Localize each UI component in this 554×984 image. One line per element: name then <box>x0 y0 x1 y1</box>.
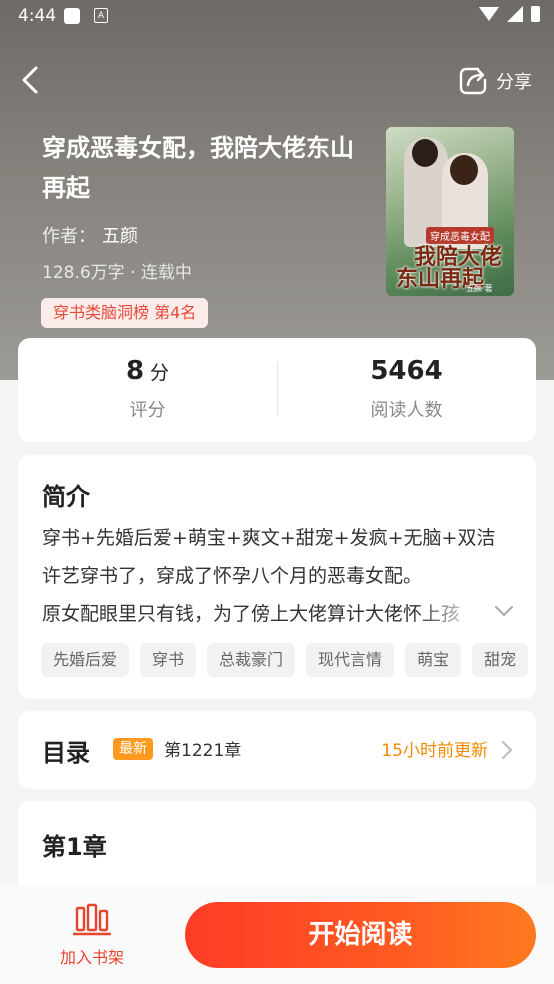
tag-item[interactable]: 甜宠 <box>472 643 529 677</box>
latest-badge: 最新 <box>113 738 153 760</box>
intro-line: 原女配眼里只有钱，为了傍上大佬算计大佬怀上孩 <box>42 603 461 625</box>
stats-card: 8分 评分 5464 阅读人数 <box>18 338 536 442</box>
status-indicators <box>479 6 540 22</box>
readers-stat: 5464 阅读人数 <box>277 338 536 442</box>
share-icon <box>459 67 487 95</box>
intro-card[interactable]: 简介 穿书+先婚后爱+萌宝+爽文+甜宠+发疯+无脑+双洁 许艺穿书了，穿成了怀孕… <box>18 455 536 699</box>
book-cover[interactable]: 穿成恶毒女配 我陪大佬 东山再起 五颜 著 <box>386 127 514 296</box>
book-author[interactable]: 作者： 五颜 <box>42 222 138 248</box>
status-time: 4:44 <box>18 6 57 26</box>
tag-item[interactable]: 萌宝 <box>405 643 462 677</box>
add-to-shelf-button[interactable]: 加入书架 <box>40 903 144 973</box>
tag-item[interactable]: 现代言情 <box>306 643 395 677</box>
signal-icon <box>507 6 523 22</box>
score-stat[interactable]: 8分 评分 <box>18 338 277 442</box>
chevron-left-icon <box>22 66 38 94</box>
chevron-right-icon <box>502 741 512 759</box>
bottom-bar: 加入书架 开始阅读 <box>0 885 554 984</box>
book-meta: 128.6万字 · 连载中 <box>42 263 192 283</box>
start-reading-button[interactable]: 开始阅读 <box>185 902 536 968</box>
readers-value: 5464 <box>370 356 443 386</box>
app-notification-icon <box>64 8 80 24</box>
tag-item[interactable]: 穿书 <box>140 643 197 677</box>
a-icon: A <box>94 8 108 23</box>
share-label: 分享 <box>496 72 532 93</box>
rank-badge[interactable]: 穿书类脑洞榜 第4名 <box>41 298 209 328</box>
cover-head-woman <box>450 155 478 185</box>
intro-text: 穿书+先婚后爱+萌宝+爽文+甜宠+发疯+无脑+双洁 许艺穿书了，穿成了怀孕八个月… <box>42 519 512 633</box>
cover-author: 五颜 著 <box>466 284 493 293</box>
score-value-row: 8分 <box>18 356 277 386</box>
toc-card[interactable]: 目录 最新 第1221章 15小时前更新 <box>18 711 536 789</box>
author-name[interactable]: 五颜 <box>102 226 138 247</box>
back-button[interactable] <box>16 62 52 102</box>
toc-title: 目录 <box>42 739 90 767</box>
battery-icon <box>531 6 540 22</box>
latest-chapter: 第1221章 <box>164 741 242 761</box>
readers-label: 阅读人数 <box>370 400 443 421</box>
intro-line: 许艺穿书了，穿成了怀孕八个月的恶毒女配。 <box>42 565 423 587</box>
update-time: 15小时前更新 <box>381 741 488 761</box>
score-unit: 分 <box>150 362 170 384</box>
wifi-icon <box>479 7 499 21</box>
cover-head-man <box>412 139 438 167</box>
chevron-down-icon[interactable] <box>492 599 516 623</box>
shelf-label: 加入书架 <box>59 948 124 967</box>
chapter-title: 第1章 <box>42 833 107 861</box>
score-value: 8 <box>125 356 145 386</box>
book-title: 穿成恶毒女配，我陪大佬东山再起 <box>42 134 354 202</box>
score-label: 评分 <box>129 400 166 421</box>
author-label: 作者： <box>42 226 96 247</box>
tag-list: 先婚后爱 穿书 总裁豪门 现代言情 萌宝 甜宠 <box>41 643 536 677</box>
tag-item[interactable]: 总裁豪门 <box>207 643 296 677</box>
intro-line: 穿书+先婚后爱+萌宝+爽文+甜宠+发疯+无脑+双洁 <box>42 527 496 549</box>
bookshelf-icon <box>72 903 112 936</box>
tag-item[interactable]: 先婚后爱 <box>41 643 130 677</box>
status-bar: 4:44 A <box>0 0 554 32</box>
share-button[interactable]: 分享 <box>458 66 532 96</box>
intro-title: 简介 <box>42 483 90 511</box>
